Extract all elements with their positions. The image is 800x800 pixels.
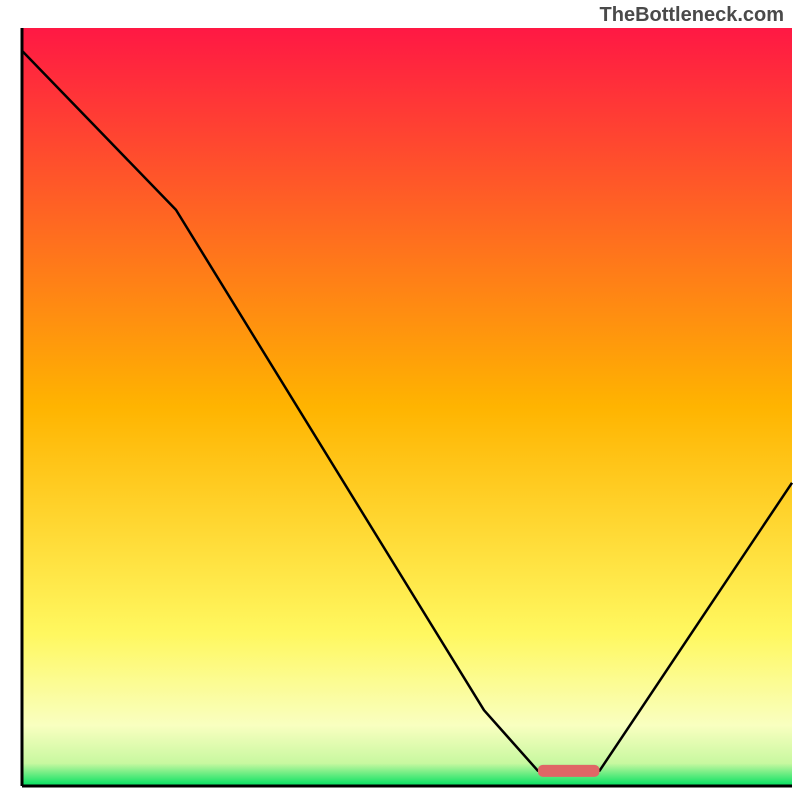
gradient-background <box>22 28 792 786</box>
chart-container: TheBottleneck.com <box>0 0 800 800</box>
bottleneck-chart <box>0 0 800 800</box>
watermark-text: TheBottleneck.com <box>600 4 784 27</box>
plot-area <box>22 28 792 786</box>
optimal-marker <box>538 765 600 777</box>
